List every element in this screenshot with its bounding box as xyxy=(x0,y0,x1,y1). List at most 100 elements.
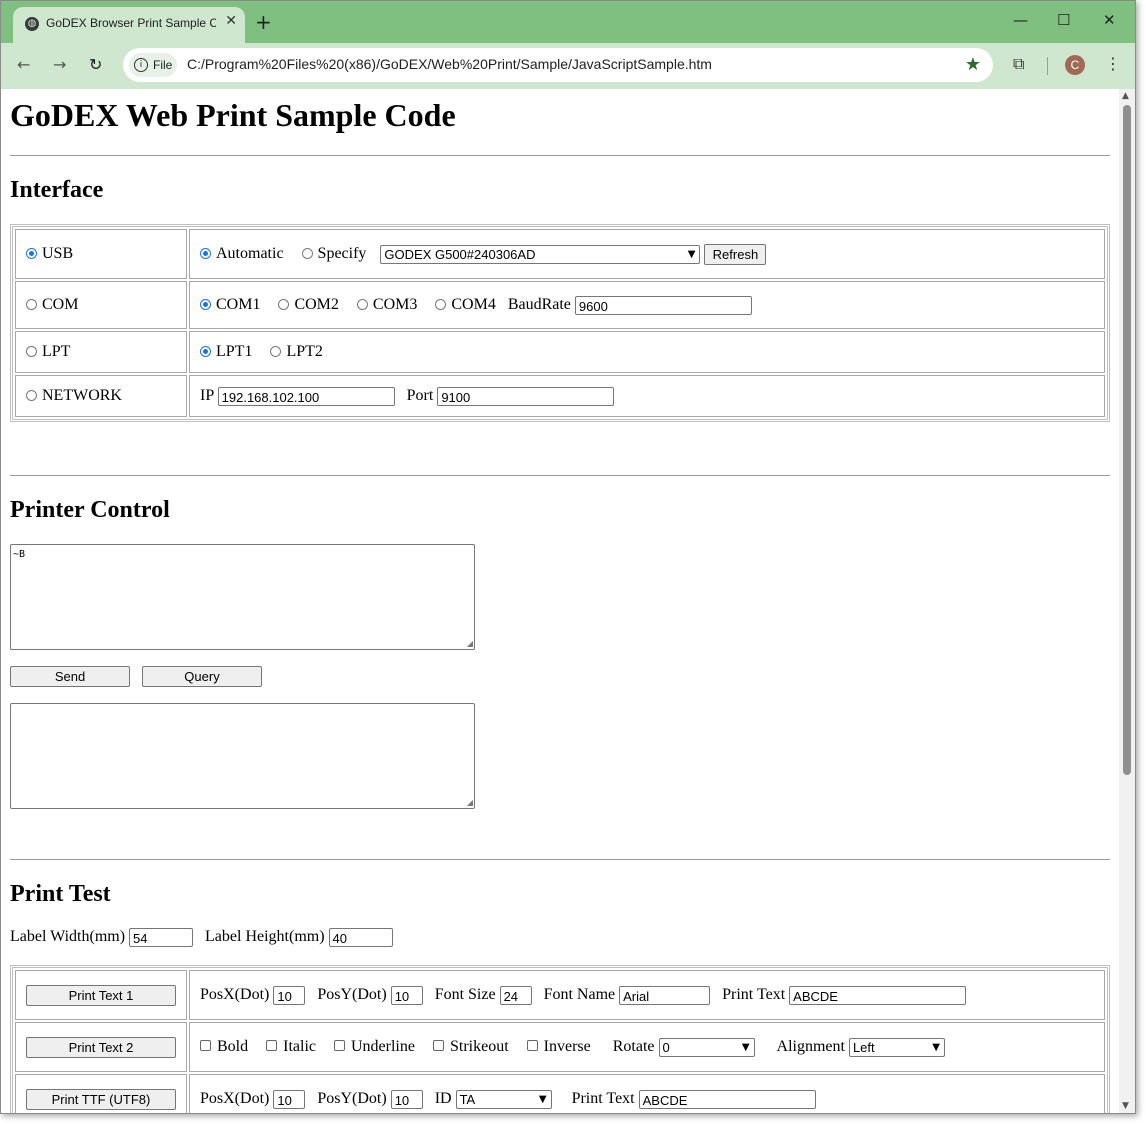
refresh-button[interactable]: Refresh xyxy=(704,243,767,265)
divider xyxy=(10,859,1110,860)
vertical-scrollbar[interactable]: ▲ ▼ xyxy=(1119,89,1135,1113)
site-info-chip[interactable]: i File xyxy=(129,53,177,77)
usb-radio[interactable] xyxy=(26,248,37,259)
rotate-label: Rotate xyxy=(612,1037,655,1055)
profile-avatar[interactable]: C xyxy=(1065,55,1085,75)
com1-radio[interactable] xyxy=(200,298,211,310)
com-options-cell: COM1 COM2 COM3 COM4 BaudRate 9600 xyxy=(189,281,1105,329)
scroll-down-arrow-icon[interactable]: ▼ xyxy=(1122,1101,1129,1111)
scrollbar-thumb[interactable] xyxy=(1123,105,1131,775)
page-content: GoDEX Web Print Sample Code Interface US… xyxy=(1,89,1119,1113)
url-text[interactable]: C:/Program%20Files%20(x86)/GoDEX/Web%20P… xyxy=(187,56,712,72)
usb-cell: USB xyxy=(15,229,187,279)
print-ttf-cell: Print TTF (UTF8) xyxy=(15,1074,187,1113)
new-tab-button[interactable]: + xyxy=(255,10,272,34)
posx-input[interactable]: 10 xyxy=(273,985,306,1005)
label-width-input[interactable]: 54 xyxy=(129,928,194,947)
address-bar[interactable]: i File C:/Program%20Files%20(x86)/GoDEX/… xyxy=(123,48,993,82)
print-text1-button[interactable]: Print Text 1 xyxy=(26,984,176,1006)
lpt-radio[interactable] xyxy=(26,346,37,357)
font-name-input[interactable]: Arial xyxy=(619,985,711,1005)
com-label: COM xyxy=(42,296,79,313)
chevron-down-icon: ▼ xyxy=(687,248,696,260)
posy-input[interactable]: 10 xyxy=(390,985,423,1005)
id-select[interactable]: TA ▼ xyxy=(455,1089,552,1109)
lpt2-radio[interactable] xyxy=(270,346,282,357)
alignment-select[interactable]: Left ▼ xyxy=(848,1037,945,1057)
printer-control-heading: Printer Control xyxy=(10,497,170,523)
print-ttf-options: PosX(Dot) 10 PosY(Dot) 10 ID TA ▼ Print T… xyxy=(189,1074,1105,1113)
minimize-button[interactable]: — xyxy=(1013,11,1028,29)
lpt-row: LPT LPT1 LPT2 xyxy=(15,331,1105,373)
underline-checkbox[interactable] xyxy=(334,1039,345,1051)
alignment-label: Alignment xyxy=(776,1037,845,1055)
posy-input[interactable]: 10 xyxy=(390,1089,423,1109)
resize-grip-icon[interactable]: ◢ xyxy=(467,798,473,807)
send-button[interactable]: Send xyxy=(10,666,130,687)
com4-radio[interactable] xyxy=(435,298,447,310)
network-row: NETWORK IP 192.168.102.100 Port 9100 xyxy=(15,375,1105,417)
reload-icon[interactable]: ↻ xyxy=(89,55,102,74)
browser-tab[interactable]: ◍ GoDEX Browser Print Sample Co ✕ xyxy=(13,7,245,43)
close-window-button[interactable]: ✕ xyxy=(1103,11,1116,29)
info-icon: i xyxy=(134,58,148,72)
automatic-label: Automatic xyxy=(216,244,284,262)
lpt1-radio[interactable] xyxy=(200,346,211,357)
id-label: ID xyxy=(434,1089,452,1107)
label-height-label: Label Height(mm) xyxy=(205,928,325,946)
strikeout-checkbox[interactable] xyxy=(432,1039,444,1051)
globe-icon: ◍ xyxy=(25,17,39,31)
label-size-row: Label Width(mm) 54 Label Height(mm) 40 xyxy=(10,928,393,947)
more-menu-icon[interactable]: ⋮ xyxy=(1105,54,1121,73)
print-text-input[interactable]: ABCDE xyxy=(789,985,967,1005)
label-height-input[interactable]: 40 xyxy=(328,928,393,947)
lpt-options-cell: LPT1 LPT2 xyxy=(189,331,1105,373)
font-name-label: Font Name xyxy=(543,985,616,1003)
inverse-checkbox[interactable] xyxy=(526,1039,538,1051)
tab-close-icon[interactable]: ✕ xyxy=(225,13,237,29)
print-text1-cell: Print Text 1 xyxy=(15,970,187,1020)
specify-radio[interactable] xyxy=(301,247,313,259)
com2-radio[interactable] xyxy=(278,298,290,310)
com-radio[interactable] xyxy=(26,299,37,310)
posx-label: PosX(Dot) xyxy=(200,1089,270,1107)
ip-input[interactable]: 192.168.102.100 xyxy=(217,386,395,406)
response-textarea[interactable]: ◢ xyxy=(10,703,475,809)
port-input[interactable]: 9100 xyxy=(437,386,615,406)
com-cell: COM xyxy=(15,281,187,329)
resize-grip-icon[interactable]: ◢ xyxy=(467,639,473,648)
label-width-label: Label Width(mm) xyxy=(10,928,126,946)
title-bar: ◍ GoDEX Browser Print Sample Co ✕ + — ☐ … xyxy=(1,1,1135,43)
rotate-select[interactable]: 0 ▼ xyxy=(658,1037,755,1057)
network-radio[interactable] xyxy=(26,390,37,401)
baudrate-input[interactable]: 9600 xyxy=(574,295,752,315)
page-title: GoDEX Web Print Sample Code xyxy=(10,97,456,133)
back-arrow-icon[interactable]: ← xyxy=(17,55,30,74)
bold-checkbox[interactable] xyxy=(200,1039,211,1051)
divider xyxy=(10,155,1110,156)
forward-arrow-icon[interactable]: → xyxy=(53,55,66,74)
posx-input[interactable]: 10 xyxy=(273,1089,306,1109)
font-size-input[interactable]: 24 xyxy=(499,985,532,1005)
command-textarea[interactable]: ~B ◢ xyxy=(10,544,475,650)
print-text1-options: PosX(Dot) 10 PosY(Dot) 10 Font Size 24 F… xyxy=(189,970,1105,1020)
query-button[interactable]: Query xyxy=(142,666,262,687)
italic-checkbox[interactable] xyxy=(266,1039,278,1051)
network-label: NETWORK xyxy=(42,387,122,404)
print-text-input[interactable]: ABCDE xyxy=(638,1089,816,1109)
maximize-button[interactable]: ☐ xyxy=(1057,11,1070,29)
extensions-puzzle-icon[interactable]: ⧉ xyxy=(1013,54,1024,74)
network-cell: NETWORK xyxy=(15,375,187,417)
lpt-cell: LPT xyxy=(15,331,187,373)
baudrate-label: BaudRate xyxy=(507,295,571,313)
print-text2-cell: Print Text 2 xyxy=(15,1022,187,1072)
bookmark-star-icon[interactable]: ★ xyxy=(965,54,981,75)
usb-device-select[interactable]: GODEX G500#240306AD ▼ xyxy=(380,244,701,264)
print-ttf-button[interactable]: Print TTF (UTF8) xyxy=(26,1088,176,1110)
print-text-label: Print Text xyxy=(722,985,786,1003)
scroll-up-arrow-icon[interactable]: ▲ xyxy=(1122,91,1129,101)
com3-radio[interactable] xyxy=(356,298,368,310)
lpt-label: LPT xyxy=(42,343,71,360)
print-text2-button[interactable]: Print Text 2 xyxy=(26,1036,176,1058)
automatic-radio[interactable] xyxy=(200,247,211,259)
